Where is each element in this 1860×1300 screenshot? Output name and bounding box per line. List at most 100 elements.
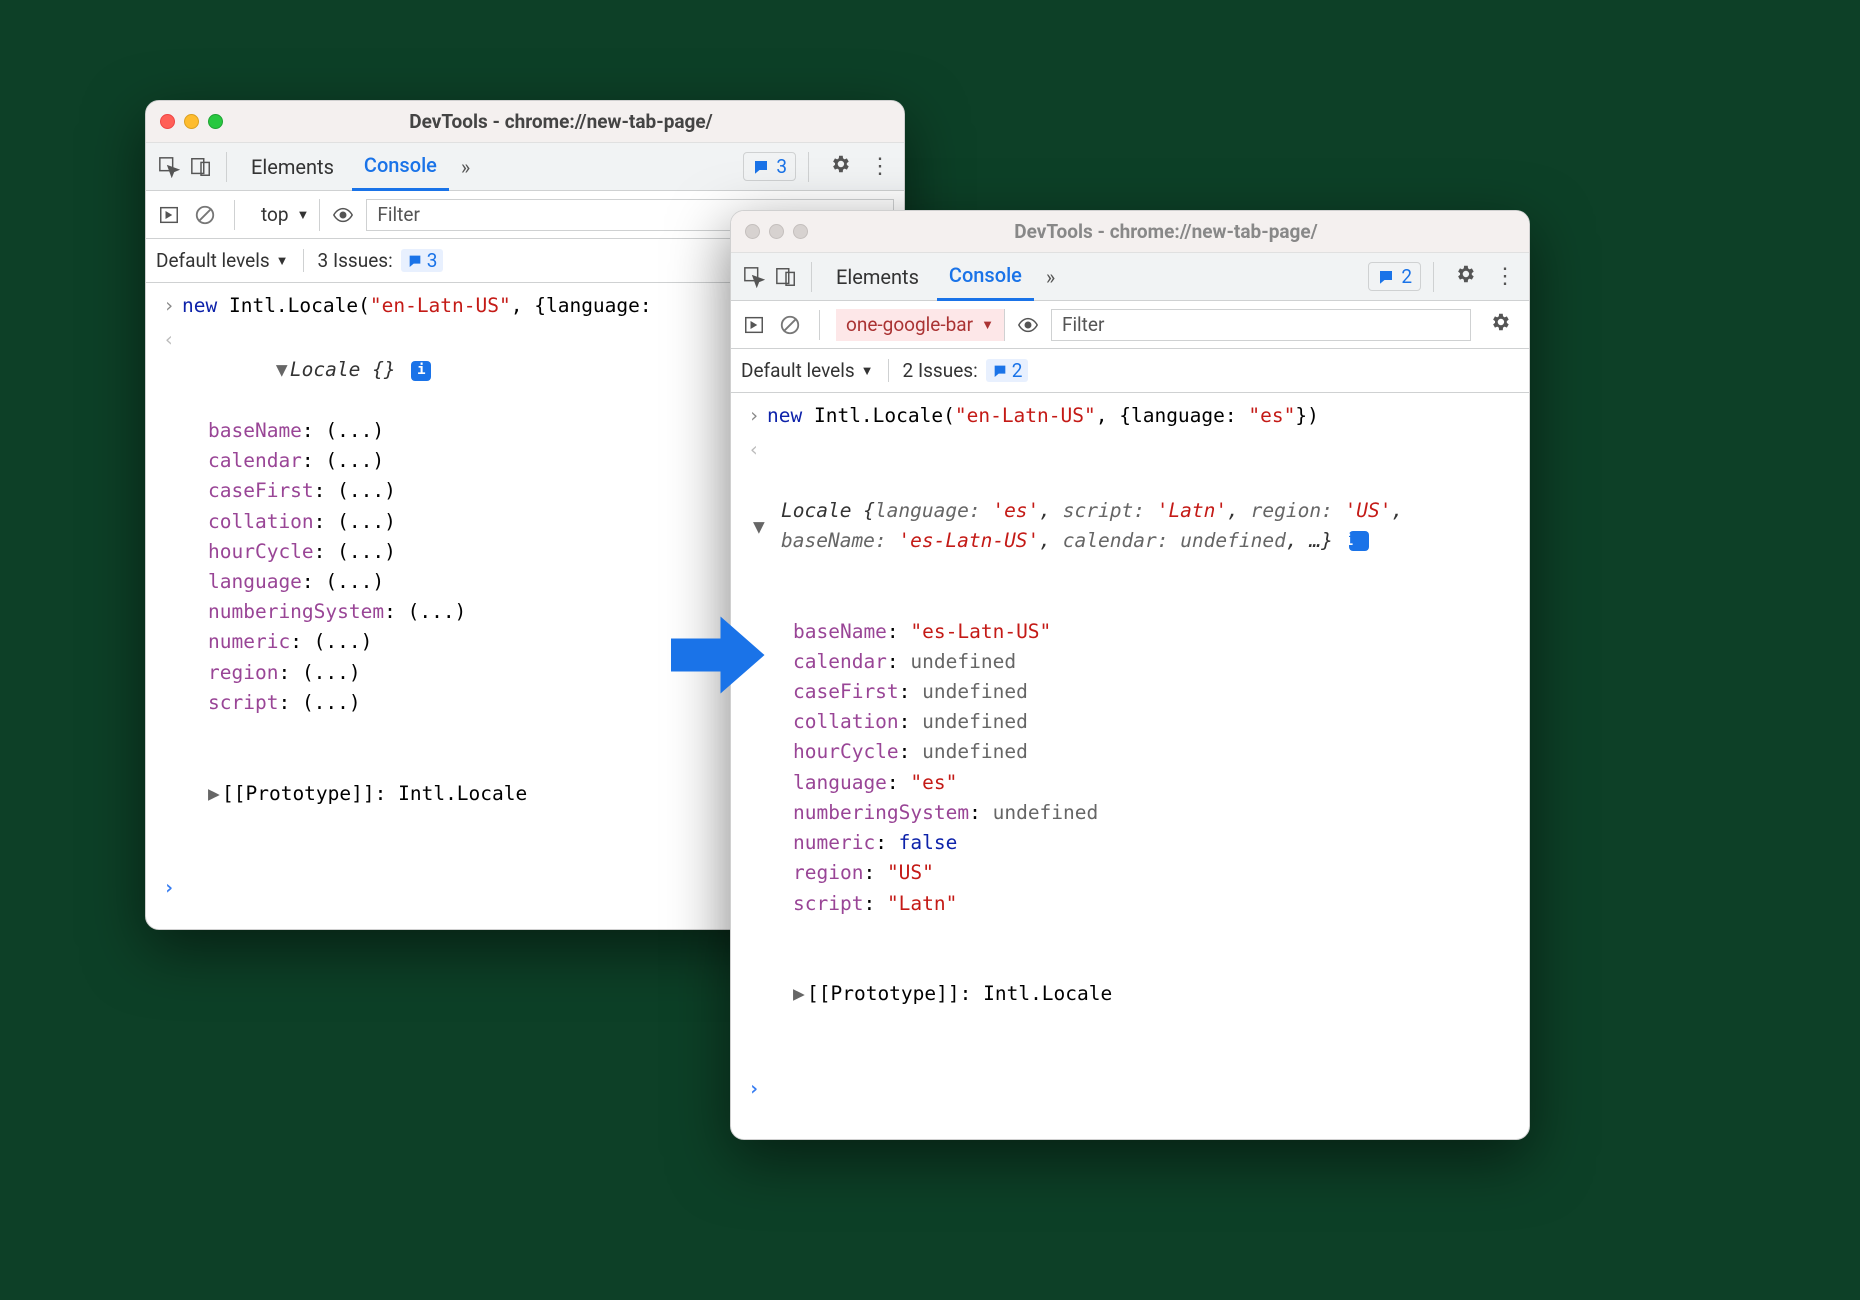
settings-icon[interactable] [821, 153, 859, 181]
more-tabs-icon[interactable]: » [455, 155, 476, 179]
clear-console-icon[interactable] [777, 312, 803, 338]
minimize-button[interactable] [184, 114, 199, 129]
console-toolbar: one-google-bar ▼ Filter [731, 301, 1529, 349]
property-row[interactable]: caseFirst: undefined [793, 677, 1519, 707]
result-header: Locale {} [290, 358, 396, 381]
close-button[interactable] [745, 224, 760, 239]
chevron-down-icon: ▼ [861, 363, 874, 379]
live-expression-icon[interactable] [1015, 312, 1041, 338]
tab-console[interactable]: Console [937, 253, 1034, 301]
result-summary[interactable]: ▼Locale {language: 'es', script: 'Latn',… [767, 496, 1519, 556]
titlebar: DevTools - chrome://new-tab-page/ [146, 101, 904, 143]
issues-badge[interactable]: 3 [743, 152, 796, 181]
input-marker-icon: › [741, 401, 767, 431]
window-title: DevTools - chrome://new-tab-page/ [232, 110, 890, 133]
traffic-lights [160, 114, 223, 129]
console-output: › new Intl.Locale("en-Latn-US", {languag… [731, 393, 1529, 1112]
property-row[interactable]: numberingSystem: undefined [793, 798, 1519, 828]
levels-label: Default levels [156, 249, 270, 272]
device-toggle-icon[interactable] [773, 264, 799, 290]
clear-console-icon[interactable] [192, 202, 218, 228]
device-toggle-icon[interactable] [188, 154, 214, 180]
minimize-button[interactable] [769, 224, 784, 239]
issues-summary[interactable]: 2 Issues: 2 [888, 359, 1029, 382]
prompt-input[interactable] [767, 1074, 1519, 1104]
show-drawer-icon[interactable] [741, 312, 767, 338]
divider [1433, 262, 1434, 292]
log-levels-selector[interactable]: Default levels ▼ [741, 359, 874, 382]
chevron-down-icon: ▼ [297, 207, 310, 223]
tab-console[interactable]: Console [352, 143, 449, 191]
tab-elements[interactable]: Elements [239, 143, 346, 191]
main-toolbar: Elements Console » 2 ⋮ [731, 253, 1529, 301]
property-row[interactable]: script: "Latn" [793, 889, 1519, 919]
issues-summary[interactable]: 3 Issues: 3 [303, 249, 444, 272]
property-row[interactable]: region: "US" [793, 858, 1519, 888]
console-prompt-row[interactable]: › [731, 1072, 1529, 1106]
property-row[interactable]: baseName: "es-Latn-US" [793, 617, 1519, 647]
context-selector[interactable]: one-google-bar ▼ [836, 309, 1005, 341]
issues-count: 2 [1401, 265, 1412, 288]
prompt-marker-icon: › [156, 873, 182, 903]
zoom-button[interactable] [793, 224, 808, 239]
prompt-marker-icon: › [741, 1074, 767, 1104]
traffic-lights [745, 224, 808, 239]
inspect-element-icon[interactable] [741, 264, 767, 290]
property-row[interactable]: hourCycle: undefined [793, 737, 1519, 767]
issues-label: 3 Issues: [318, 249, 393, 272]
window-title: DevTools - chrome://new-tab-page/ [817, 220, 1515, 243]
kebab-menu-icon[interactable]: ⋮ [865, 154, 894, 179]
divider [226, 152, 227, 182]
tab-elements[interactable]: Elements [824, 253, 931, 301]
property-row[interactable]: calendar: undefined [793, 647, 1519, 677]
console-result-row: ‹ ▼Locale {language: 'es', script: 'Latn… [731, 433, 1529, 1072]
divider [819, 310, 820, 340]
context-label: top [261, 203, 289, 226]
zoom-button[interactable] [208, 114, 223, 129]
settings-icon[interactable] [1446, 263, 1484, 291]
issues-count: 3 [776, 155, 787, 178]
property-list: baseName: "es-Latn-US"calendar: undefine… [767, 617, 1519, 919]
console-input-text[interactable]: new Intl.Locale("en-Latn-US", {language:… [767, 401, 1519, 431]
property-row[interactable]: numeric: false [793, 828, 1519, 858]
main-toolbar: Elements Console » 3 ⋮ [146, 143, 904, 191]
chevron-down-icon: ▼ [276, 253, 289, 269]
divider [808, 152, 809, 182]
info-icon[interactable]: i [1349, 531, 1369, 551]
divider [234, 200, 235, 230]
context-selector[interactable]: top ▼ [251, 199, 320, 231]
console-input-row: › new Intl.Locale("en-Latn-US", {languag… [731, 399, 1529, 433]
property-row[interactable]: language: "es" [793, 768, 1519, 798]
prototype-row[interactable]: ▶[[Prototype]]: Intl.Locale [767, 979, 1519, 1009]
titlebar: DevTools - chrome://new-tab-page/ [731, 211, 1529, 253]
transition-arrow-icon [660, 600, 770, 715]
result-body[interactable]: ▼Locale {language: 'es', script: 'Latn',… [767, 435, 1519, 1070]
more-tabs-icon[interactable]: » [1040, 265, 1061, 289]
info-icon[interactable]: i [411, 361, 431, 381]
log-levels-selector[interactable]: Default levels ▼ [156, 249, 289, 272]
disclosure-triangle-icon[interactable]: ▼ [767, 512, 781, 542]
filter-input[interactable]: Filter [1051, 309, 1471, 341]
chevron-down-icon: ▼ [981, 317, 994, 333]
context-label: one-google-bar [846, 313, 973, 336]
console-settings-icon[interactable] [1481, 311, 1519, 339]
kebab-menu-icon[interactable]: ⋮ [1490, 264, 1519, 289]
disclosure-triangle-icon[interactable]: ▶ [208, 779, 222, 809]
levels-label: Default levels [741, 359, 855, 382]
levels-bar: Default levels ▼ 2 Issues: 2 [731, 349, 1529, 393]
live-expression-icon[interactable] [330, 202, 356, 228]
divider [811, 262, 812, 292]
issues-pill: 3 [401, 249, 444, 272]
disclosure-triangle-icon[interactable]: ▶ [793, 979, 807, 1009]
issues-pill: 2 [986, 359, 1029, 382]
property-row[interactable]: collation: undefined [793, 707, 1519, 737]
output-marker-icon: ‹ [156, 325, 182, 869]
show-drawer-icon[interactable] [156, 202, 182, 228]
disclosure-triangle-icon[interactable]: ▼ [276, 355, 290, 385]
issues-label: 2 Issues: [903, 359, 978, 382]
input-marker-icon: › [156, 291, 182, 321]
issues-badge[interactable]: 2 [1368, 262, 1421, 291]
inspect-element-icon[interactable] [156, 154, 182, 180]
close-button[interactable] [160, 114, 175, 129]
devtools-window-right: DevTools - chrome://new-tab-page/ Elemen… [730, 210, 1530, 1140]
